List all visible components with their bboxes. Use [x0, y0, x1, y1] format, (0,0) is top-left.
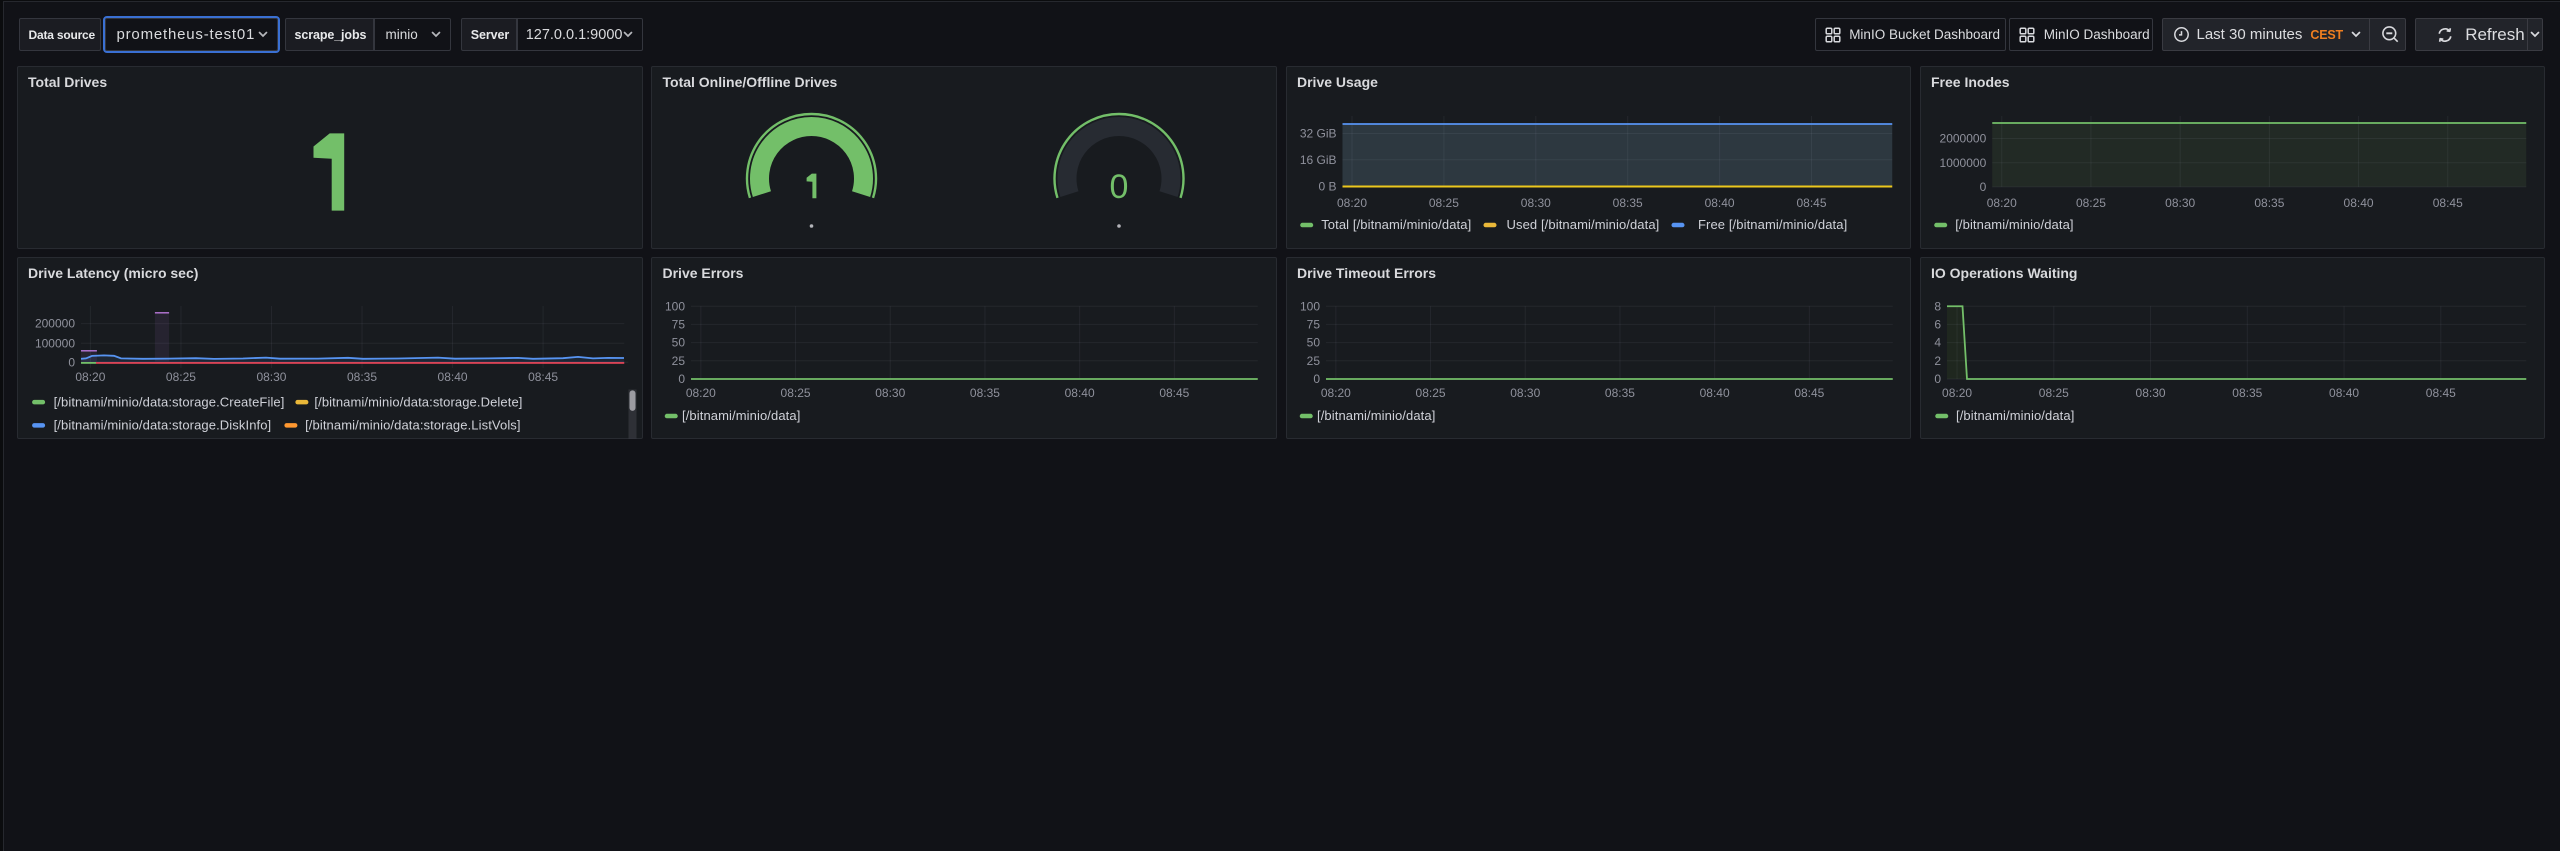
svg-text:08:20: 08:20 — [686, 386, 716, 400]
svg-text:50: 50 — [672, 335, 686, 349]
svg-text:08:35: 08:35 — [1612, 196, 1642, 210]
svg-text:0: 0 — [1110, 168, 1129, 206]
svg-text:08:30: 08:30 — [875, 386, 905, 400]
svg-text:50: 50 — [1306, 335, 1320, 349]
svg-text:08:30: 08:30 — [1520, 196, 1550, 210]
svg-text:[/bitnami/minio/data:storage.D: [/bitnami/minio/data:storage.Delete] — [314, 394, 522, 409]
svg-text:100000: 100000 — [34, 336, 74, 350]
svg-text:08:40: 08:40 — [2343, 196, 2373, 210]
svg-text:2000000: 2000000 — [1939, 132, 1986, 146]
svg-text:2: 2 — [1934, 353, 1941, 367]
svg-text:08:35: 08:35 — [2254, 196, 2284, 210]
svg-text:100: 100 — [1299, 299, 1319, 313]
svg-text:08:40: 08:40 — [1065, 386, 1095, 400]
svg-text:08:20: 08:20 — [1336, 196, 1366, 210]
svg-text:0: 0 — [678, 372, 685, 386]
svg-text:08:35: 08:35 — [970, 386, 1000, 400]
svg-text:25: 25 — [672, 353, 686, 367]
svg-text:0: 0 — [1313, 372, 1320, 386]
svg-text:4: 4 — [1934, 335, 1941, 349]
svg-text:08:25: 08:25 — [165, 370, 195, 384]
svg-text:08:20: 08:20 — [1986, 196, 2016, 210]
svg-text:75: 75 — [672, 317, 686, 331]
svg-text:08:30: 08:30 — [1510, 386, 1540, 400]
svg-text:32 GiB: 32 GiB — [1299, 127, 1336, 141]
svg-text:[/bitnami/minio/data:storage.L: [/bitnami/minio/data:storage.ListVols] — [305, 417, 521, 432]
svg-text:Used [/bitnami/minio/data]: Used [/bitnami/minio/data] — [1506, 217, 1659, 232]
svg-text:08:45: 08:45 — [528, 370, 558, 384]
svg-text:0: 0 — [1934, 372, 1941, 386]
svg-text:[/bitnami/minio/data]: [/bitnami/minio/data] — [1317, 408, 1435, 423]
svg-text:[/bitnami/minio/data]: [/bitnami/minio/data] — [1956, 408, 2074, 423]
svg-text:08:45: 08:45 — [1159, 386, 1189, 400]
svg-text:[/bitnami/minio/data]: [/bitnami/minio/data] — [1955, 217, 2073, 232]
svg-text:08:30: 08:30 — [256, 370, 286, 384]
svg-text:08:25: 08:25 — [2075, 196, 2105, 210]
svg-text:08:40: 08:40 — [1704, 196, 1734, 210]
svg-text:08:35: 08:35 — [347, 370, 377, 384]
svg-text:08:40: 08:40 — [1699, 386, 1729, 400]
svg-text:0: 0 — [1979, 180, 1986, 194]
svg-text:08:40: 08:40 — [437, 370, 467, 384]
svg-text:08:30: 08:30 — [2165, 196, 2195, 210]
svg-text:200000: 200000 — [34, 316, 74, 330]
svg-text:08:45: 08:45 — [2432, 196, 2462, 210]
svg-text:08:40: 08:40 — [2329, 386, 2359, 400]
svg-text:[/bitnami/minio/data:storage.D: [/bitnami/minio/data:storage.DiskInfo] — [53, 417, 271, 432]
svg-text:100: 100 — [665, 299, 685, 313]
svg-text:75: 75 — [1306, 317, 1320, 331]
svg-text:08:35: 08:35 — [1604, 386, 1634, 400]
svg-text:08:35: 08:35 — [2232, 386, 2262, 400]
svg-text:[/bitnami/minio/data]: [/bitnami/minio/data] — [682, 408, 800, 423]
svg-text:8: 8 — [1934, 299, 1941, 313]
svg-text:Total [/bitnami/minio/data]: Total [/bitnami/minio/data] — [1321, 217, 1471, 232]
svg-text:08:25: 08:25 — [1428, 196, 1458, 210]
svg-text:08:45: 08:45 — [1796, 196, 1826, 210]
svg-text:08:20: 08:20 — [1320, 386, 1350, 400]
svg-text:08:20: 08:20 — [1942, 386, 1972, 400]
svg-text:08:45: 08:45 — [1794, 386, 1824, 400]
svg-text:Free [/bitnami/minio/data]: Free [/bitnami/minio/data] — [1698, 217, 1847, 232]
svg-text:[/bitnami/minio/data:storage.C: [/bitnami/minio/data:storage.CreateFile] — [53, 394, 284, 409]
svg-text:25: 25 — [1306, 353, 1320, 367]
svg-text:08:20: 08:20 — [75, 370, 105, 384]
svg-text:1000000: 1000000 — [1939, 156, 1986, 170]
svg-text:0: 0 — [68, 355, 75, 369]
svg-text:6: 6 — [1934, 317, 1941, 331]
svg-text:08:25: 08:25 — [2038, 386, 2068, 400]
svg-text:16 GiB: 16 GiB — [1299, 153, 1336, 167]
svg-text:08:30: 08:30 — [2135, 386, 2165, 400]
svg-text:08:25: 08:25 — [781, 386, 811, 400]
svg-text:08:25: 08:25 — [1415, 386, 1445, 400]
svg-text:0 B: 0 B — [1318, 180, 1336, 194]
svg-text:08:45: 08:45 — [2425, 386, 2455, 400]
